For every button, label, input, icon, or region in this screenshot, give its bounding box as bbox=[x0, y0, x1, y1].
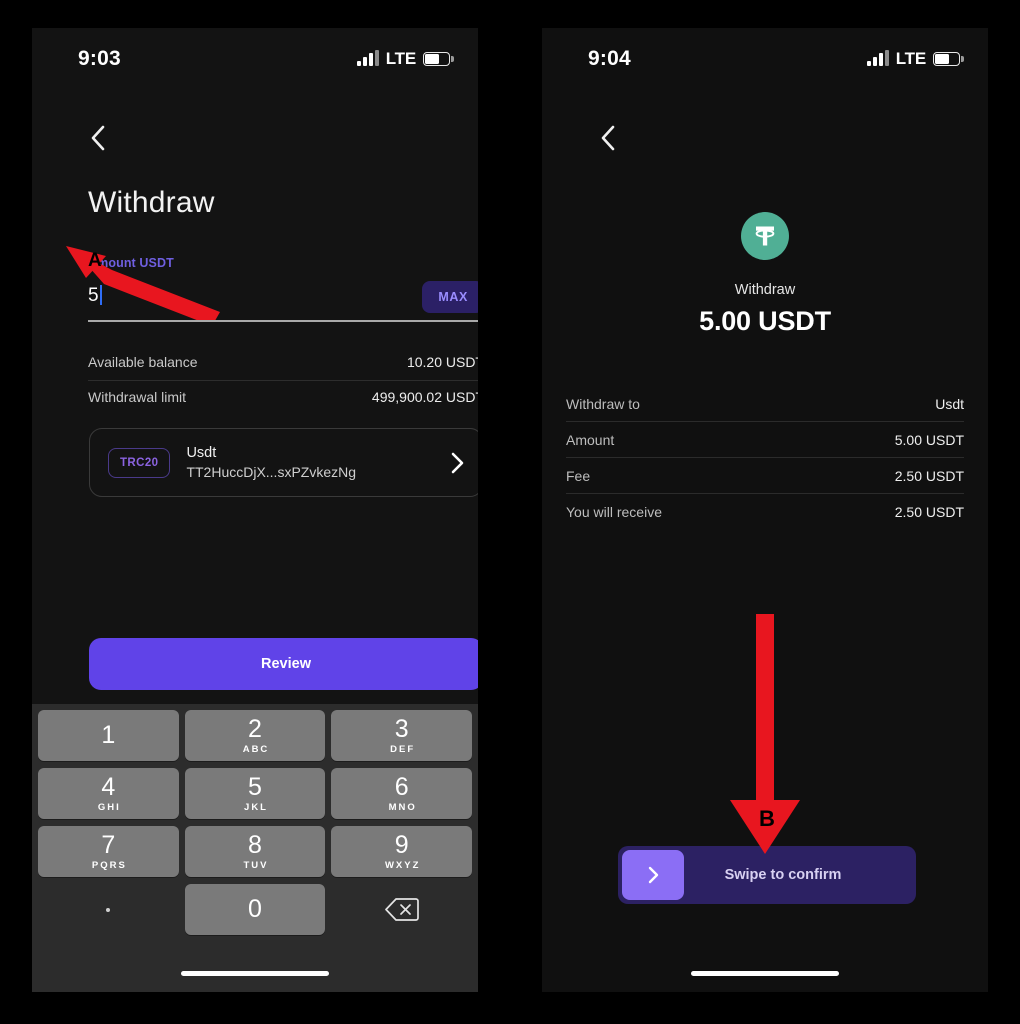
chevron-left-icon bbox=[91, 125, 105, 151]
status-bar-time: 9:04 bbox=[588, 47, 631, 70]
keypad-digit: 1 bbox=[101, 721, 116, 749]
amount-input-underline bbox=[88, 320, 478, 322]
address-details: Usdt TT2HuccDjX...sxPZvkezNg bbox=[186, 445, 435, 480]
tether-usdt-icon bbox=[741, 212, 789, 260]
keypad-digit: 2 bbox=[248, 714, 262, 743]
status-bar-time: 9:03 bbox=[78, 47, 121, 70]
keypad-key-0[interactable]: 0 bbox=[184, 884, 326, 935]
info-row: Available balance 10.20 USDT bbox=[88, 346, 478, 381]
keypad-letters: JKL bbox=[244, 801, 268, 813]
balance-info-list: Available balance 10.20 USDT Withdrawal … bbox=[88, 346, 478, 415]
confirm-amount-headline: 5.00 USDT bbox=[699, 306, 831, 336]
keypad-digit: 9 bbox=[394, 830, 409, 859]
keypad-key-1[interactable]: 1 bbox=[38, 710, 179, 761]
keypad-key-decimal[interactable] bbox=[38, 884, 179, 935]
keypad-key-4[interactable]: 4 GHI bbox=[38, 768, 179, 819]
info-row-value: 499,900.02 USDT bbox=[371, 389, 478, 405]
summary-row: Fee 2.50 USDT bbox=[566, 458, 964, 494]
keypad-row: 1 2 ABC 3 DEF bbox=[38, 710, 473, 761]
status-bar: 9:04 LTE bbox=[542, 28, 988, 90]
keypad-digit: 0 bbox=[248, 895, 262, 923]
keypad-letters: ABC bbox=[242, 743, 270, 755]
swipe-handle[interactable] bbox=[622, 850, 684, 900]
keypad-key-7[interactable]: 7 PQRS bbox=[38, 826, 179, 877]
keypad-row: 4 GHI 5 JKL 6 MNO bbox=[38, 768, 473, 819]
network-badge: TRC20 bbox=[108, 447, 171, 478]
page-title: Withdraw bbox=[88, 186, 215, 219]
chevron-right-icon bbox=[451, 452, 464, 474]
keypad-key-5[interactable]: 5 JKL bbox=[184, 768, 326, 819]
status-bar: 9:03 LTE bbox=[32, 28, 478, 90]
summary-row-label: Withdraw to bbox=[566, 396, 640, 412]
keypad-letters: WXYZ bbox=[384, 859, 421, 871]
battery-icon bbox=[423, 52, 450, 66]
numeric-keypad: 1 2 ABC 3 DEF 4 GHI 5 JKL 6 MNO 7 PQRS 8… bbox=[32, 704, 478, 992]
summary-row-value: Usdt bbox=[935, 396, 964, 412]
summary-row-value: 2.50 USDT bbox=[894, 468, 964, 484]
max-button[interactable]: MAX bbox=[422, 281, 478, 313]
chevron-right-icon bbox=[648, 866, 658, 884]
keypad-key-8[interactable]: 8 TUV bbox=[184, 826, 326, 877]
transaction-summary-list: Withdraw to Usdt Amount 5.00 USDT Fee 2.… bbox=[566, 386, 964, 529]
keypad-letters: MNO bbox=[388, 801, 417, 813]
summary-row-value: 2.50 USDT bbox=[894, 504, 964, 520]
address-name: Usdt bbox=[186, 445, 217, 461]
keypad-key-3[interactable]: 3 DEF bbox=[331, 710, 473, 761]
amount-field-label: Amount USDT bbox=[88, 256, 174, 270]
keypad-digit: 7 bbox=[101, 830, 116, 859]
keypad-letters: PQRS bbox=[91, 859, 127, 871]
summary-row-label: Fee bbox=[566, 468, 591, 484]
backspace-icon bbox=[384, 898, 419, 921]
chevron-left-icon bbox=[601, 125, 615, 151]
swipe-label: Swipe to confirm bbox=[724, 867, 842, 883]
keypad-letters: GHI bbox=[97, 801, 121, 813]
status-bar-indicators: LTE bbox=[357, 49, 450, 69]
phone-screen-withdraw-form: 9:03 LTE Withdraw Amount USDT 5 MAX Avai… bbox=[32, 28, 478, 992]
keypad-row: 7 PQRS 8 TUV 9 WXYZ bbox=[38, 826, 473, 877]
address-value: TT2HuccDjX...sxPZvkezNg bbox=[186, 464, 357, 480]
network-type-label: LTE bbox=[385, 49, 416, 68]
keypad-digit: 8 bbox=[248, 830, 262, 859]
info-row-label: Available balance bbox=[88, 354, 198, 370]
summary-row-value: 5.00 USDT bbox=[894, 432, 964, 448]
keypad-letters: DEF bbox=[390, 743, 416, 755]
keypad-digit: 6 bbox=[394, 772, 409, 801]
summary-row-label: You will receive bbox=[566, 504, 662, 520]
summary-row: You will receive 2.50 USDT bbox=[566, 494, 964, 529]
keypad-key-9[interactable]: 9 WXYZ bbox=[331, 826, 473, 877]
review-button[interactable]: Review bbox=[89, 638, 478, 690]
text-caret bbox=[99, 285, 103, 305]
battery-icon bbox=[933, 52, 960, 66]
summary-row: Amount 5.00 USDT bbox=[566, 422, 964, 458]
keypad-digit: 4 bbox=[101, 772, 116, 801]
keypad-letters: TUV bbox=[243, 859, 269, 871]
keypad-key-backspace[interactable] bbox=[331, 884, 472, 935]
amount-input-value: 5 bbox=[88, 284, 99, 306]
withdraw-address-card[interactable]: TRC20 Usdt TT2HuccDjX...sxPZvkezNg bbox=[89, 428, 478, 497]
summary-row-label: Amount bbox=[566, 432, 615, 448]
keypad-key-2[interactable]: 2 ABC bbox=[184, 710, 326, 761]
swipe-to-confirm[interactable]: Swipe to confirm bbox=[618, 846, 916, 904]
info-row-value: 10.20 USDT bbox=[406, 354, 478, 370]
home-indicator bbox=[181, 971, 329, 976]
confirm-action-label: Withdraw bbox=[734, 282, 796, 298]
phone-screen-confirm: 9:04 LTE Withdraw 5.00 USDT Withdraw to … bbox=[542, 28, 988, 992]
keypad-digit: 3 bbox=[394, 714, 409, 743]
status-bar-indicators: LTE bbox=[867, 49, 960, 69]
network-type-label: LTE bbox=[895, 49, 926, 68]
signal-bars-icon bbox=[867, 50, 889, 66]
summary-row: Withdraw to Usdt bbox=[566, 386, 964, 422]
signal-bars-icon bbox=[357, 50, 379, 66]
amount-input[interactable]: 5 bbox=[88, 276, 422, 314]
back-button[interactable] bbox=[78, 118, 118, 158]
keypad-digit: 5 bbox=[248, 772, 262, 801]
info-row-label: Withdrawal limit bbox=[88, 389, 187, 405]
home-indicator bbox=[691, 971, 839, 976]
keypad-row: 0 bbox=[38, 884, 472, 935]
amount-field-group: Amount USDT 5 MAX bbox=[88, 256, 478, 322]
decimal-point-icon bbox=[106, 907, 111, 912]
info-row: Withdrawal limit 499,900.02 USDT bbox=[88, 381, 478, 415]
keypad-key-6[interactable]: 6 MNO bbox=[331, 768, 473, 819]
back-button[interactable] bbox=[588, 118, 628, 158]
